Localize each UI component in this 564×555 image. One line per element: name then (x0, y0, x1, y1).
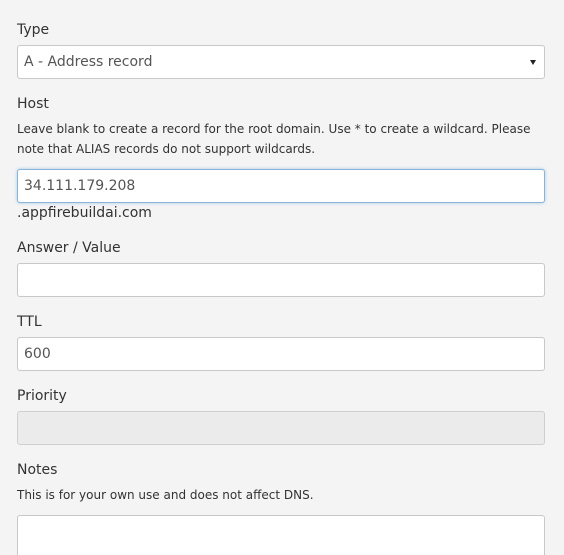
ttl-label: TTL (17, 314, 42, 330)
priority-label: Priority (17, 388, 67, 404)
notes-label: Notes (17, 462, 58, 478)
host-input[interactable] (17, 169, 545, 203)
priority-input (17, 411, 545, 445)
host-label: Host (17, 96, 49, 112)
dns-record-form: Type A - Address record Host Leave blank… (0, 0, 564, 555)
answer-input[interactable] (17, 263, 545, 297)
host-domain-suffix: .appfirebuildai.com (17, 205, 152, 221)
notes-textarea[interactable] (17, 515, 545, 555)
type-select[interactable]: A - Address record (17, 45, 545, 79)
ttl-input[interactable] (17, 337, 545, 371)
type-selected-value: A - Address record (24, 54, 153, 70)
notes-help-text: This is for your own use and does not af… (17, 488, 314, 502)
host-help-text: Leave blank to create a record for the r… (17, 122, 531, 156)
type-label: Type (17, 22, 50, 38)
answer-label: Answer / Value (17, 240, 121, 256)
chevron-down-icon (530, 59, 536, 65)
